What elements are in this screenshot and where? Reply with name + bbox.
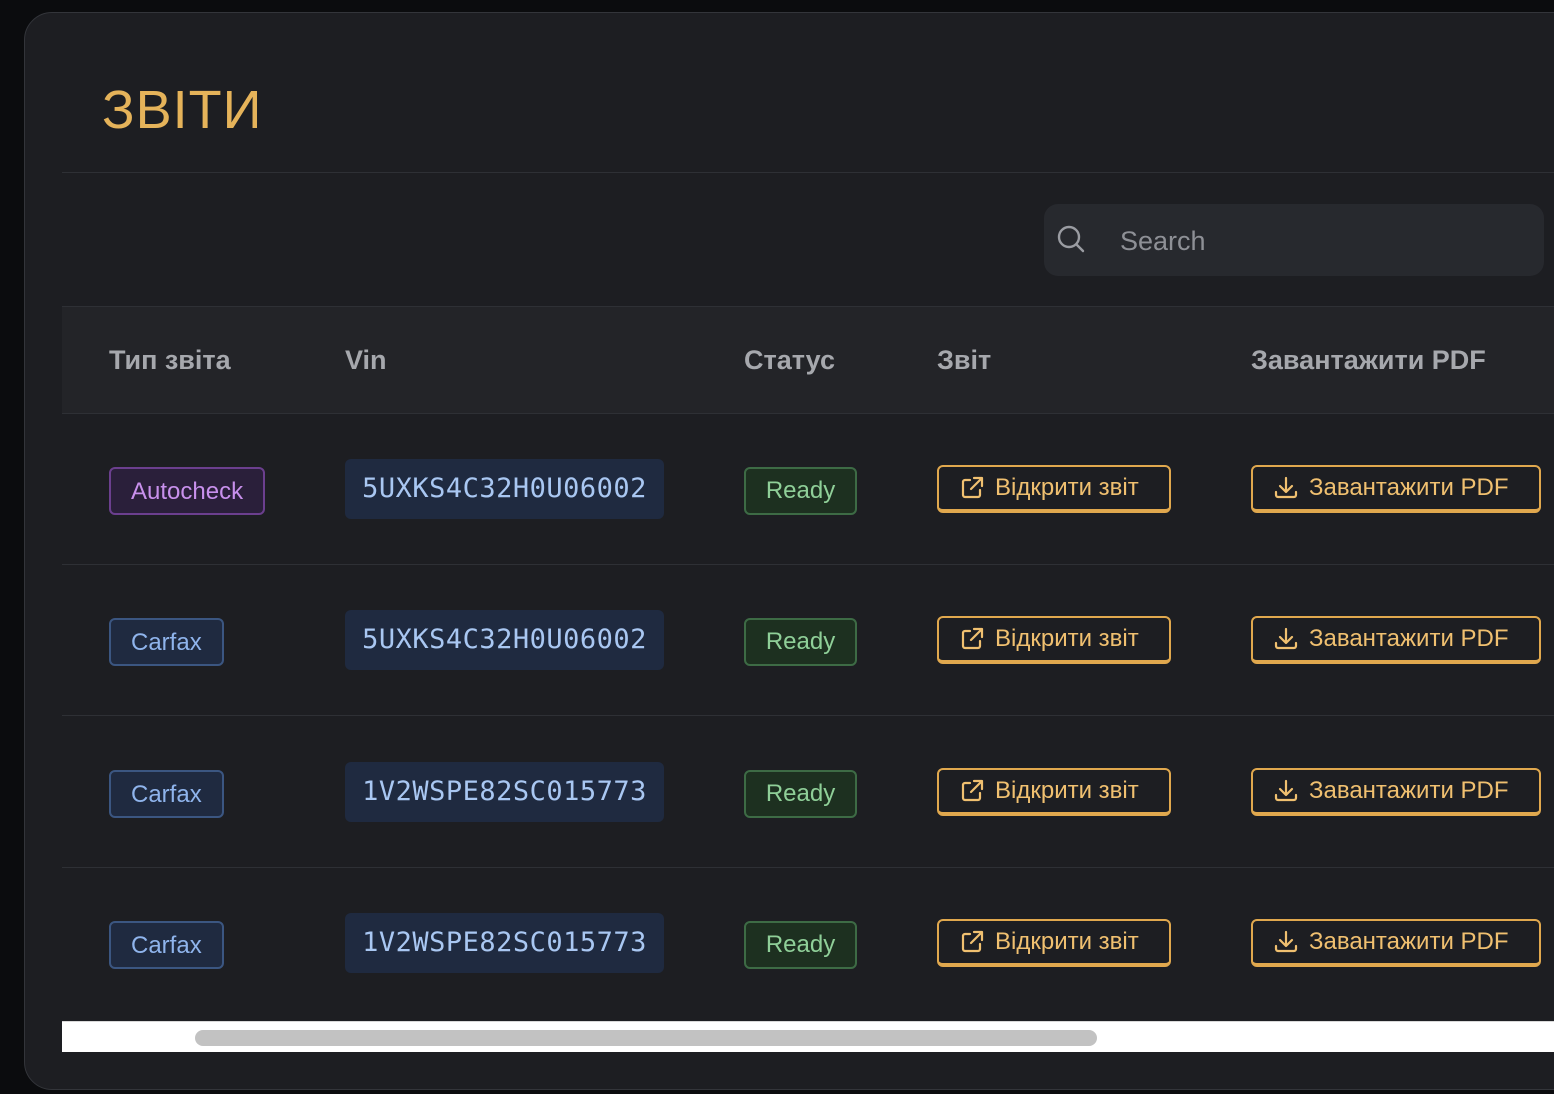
status-badge: Ready bbox=[744, 770, 857, 818]
divider bbox=[62, 172, 1554, 173]
search-icon bbox=[1057, 225, 1085, 253]
download-icon bbox=[1274, 930, 1298, 953]
download-pdf-label: Завантажити PDF bbox=[1309, 474, 1509, 501]
download-pdf-label: Завантажити PDF bbox=[1309, 777, 1509, 804]
report-type-badge: Carfax bbox=[109, 921, 224, 969]
open-report-button[interactable]: Відкрити звіт bbox=[937, 919, 1171, 967]
download-pdf-button[interactable]: Завантажити PDF bbox=[1251, 919, 1541, 967]
horizontal-scrollbar[interactable] bbox=[62, 1021, 1554, 1052]
report-type-badge: Autocheck bbox=[109, 467, 266, 515]
vin-code: 1V2WSPE82SC015773 bbox=[345, 762, 664, 822]
column-header-download-pdf[interactable]: Завантажити PDF bbox=[1251, 343, 1486, 377]
download-pdf-label: Завантажити PDF bbox=[1309, 625, 1509, 652]
download-icon bbox=[1274, 779, 1298, 802]
vin-code: 1V2WSPE82SC015773 bbox=[345, 913, 664, 973]
table-row: Carfax 1V2WSPE82SC015773 Ready Відкрити … bbox=[62, 717, 1554, 868]
status-badge: Ready bbox=[744, 467, 857, 515]
scrollbar-thumb[interactable] bbox=[195, 1030, 1097, 1046]
status-badge: Ready bbox=[744, 921, 857, 969]
external-link-icon bbox=[961, 930, 984, 953]
open-report-button[interactable]: Відкрити звіт bbox=[937, 465, 1171, 513]
table-row: Carfax 1V2WSPE82SC015773 Ready Відкрити … bbox=[62, 868, 1554, 1019]
open-report-label: Відкрити звіт bbox=[995, 625, 1139, 652]
report-type-badge: Carfax bbox=[109, 770, 224, 818]
external-link-icon bbox=[961, 779, 984, 802]
search-input[interactable] bbox=[1118, 220, 1532, 262]
download-pdf-button[interactable]: Завантажити PDF bbox=[1251, 768, 1541, 816]
download-icon bbox=[1274, 627, 1298, 650]
report-type-badge: Carfax bbox=[109, 618, 224, 666]
external-link-icon bbox=[961, 627, 984, 650]
table-row: Carfax 5UXKS4C32H0U06002 Ready Відкрити … bbox=[62, 565, 1554, 716]
column-header-report[interactable]: Звіт bbox=[937, 343, 991, 377]
open-report-label: Відкрити звіт bbox=[995, 474, 1139, 501]
table-header: Тип звіта Vin Статус Звіт Завантажити PD… bbox=[62, 306, 1554, 414]
download-pdf-button[interactable]: Завантажити PDF bbox=[1251, 465, 1541, 513]
column-header-type[interactable]: Тип звіта bbox=[109, 343, 231, 377]
column-header-vin[interactable]: Vin bbox=[345, 343, 387, 377]
open-report-button[interactable]: Відкрити звіт bbox=[937, 768, 1171, 816]
page-title: ЗВІТИ bbox=[102, 80, 263, 140]
open-report-button[interactable]: Відкрити звіт bbox=[937, 616, 1171, 664]
column-header-status[interactable]: Статус bbox=[744, 343, 835, 377]
external-link-icon bbox=[961, 476, 984, 499]
table-row: Autocheck 5UXKS4C32H0U06002 Ready Відкри… bbox=[62, 414, 1554, 565]
vin-code: 5UXKS4C32H0U06002 bbox=[345, 610, 664, 670]
open-report-label: Відкрити звіт bbox=[995, 928, 1139, 955]
download-pdf-button[interactable]: Завантажити PDF bbox=[1251, 616, 1541, 664]
open-report-label: Відкрити звіт bbox=[995, 777, 1139, 804]
vin-code: 5UXKS4C32H0U06002 bbox=[345, 459, 664, 519]
download-icon bbox=[1274, 476, 1298, 499]
search-box[interactable] bbox=[1044, 204, 1544, 276]
download-pdf-label: Завантажити PDF bbox=[1309, 928, 1509, 955]
status-badge: Ready bbox=[744, 618, 857, 666]
